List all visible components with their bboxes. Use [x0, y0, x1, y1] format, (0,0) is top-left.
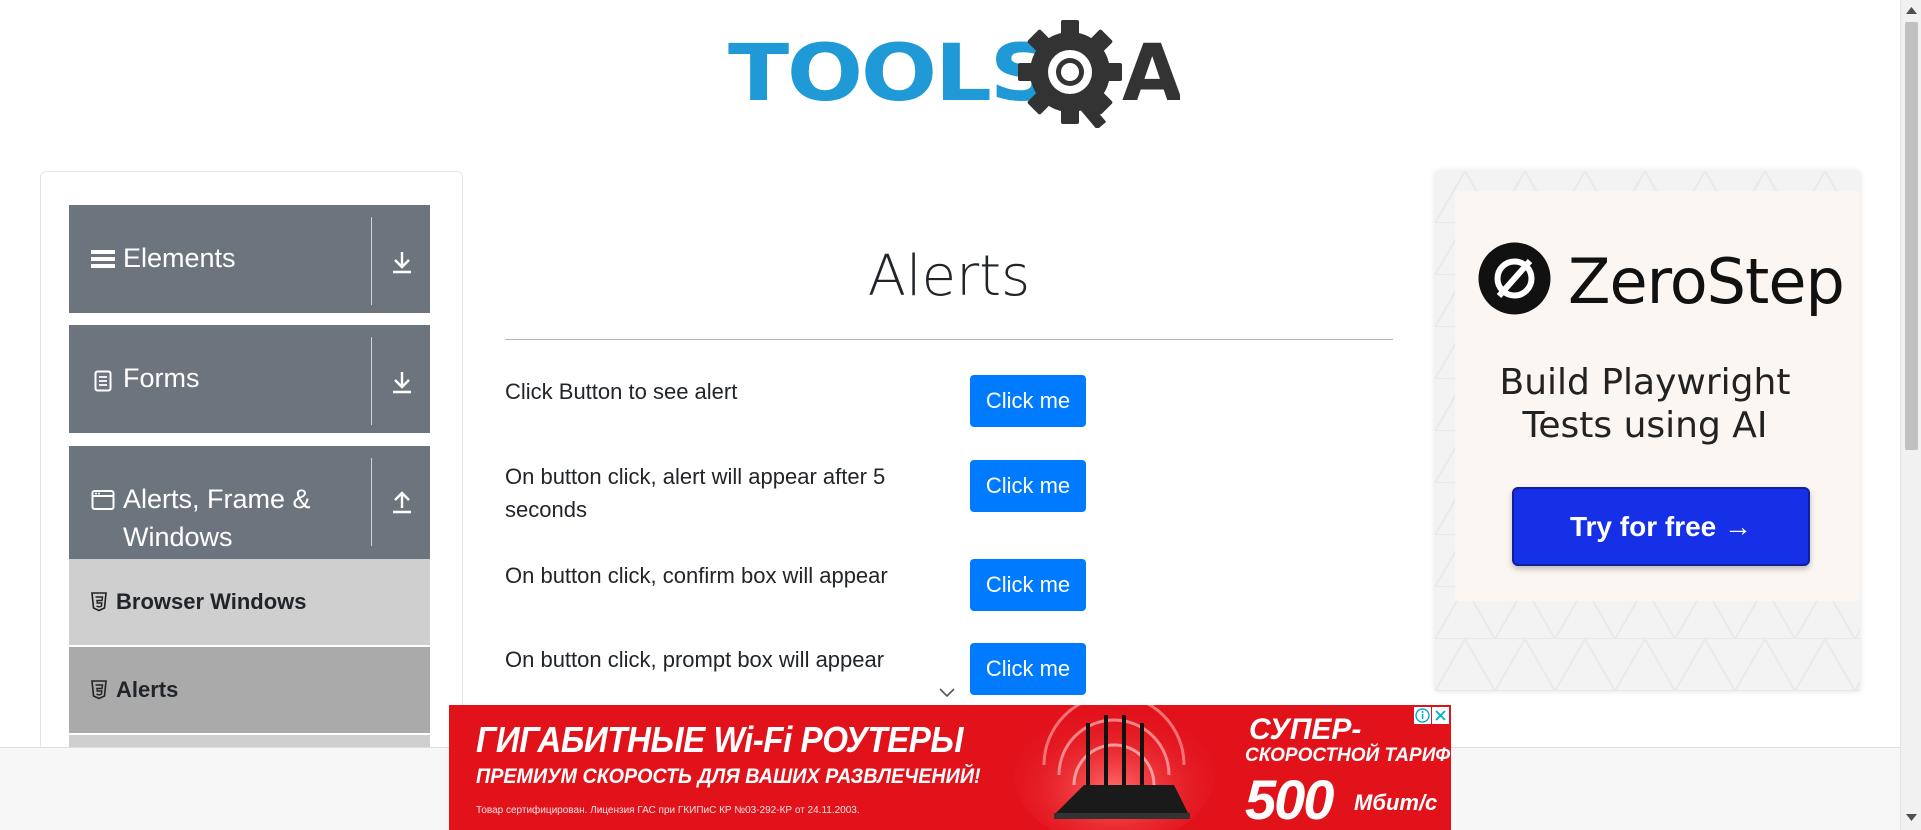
page-scrollbar[interactable]: [1900, 0, 1921, 830]
group-forms[interactable]: Forms: [69, 325, 430, 433]
zerostep-ad[interactable]: ZeroStep Build Playwright Tests using AI…: [1435, 171, 1860, 691]
group-divider: [371, 337, 372, 425]
toolsqa-logo[interactable]: TOOLS A: [728, 20, 1180, 128]
try-for-free-button[interactable]: Try for free →: [1512, 487, 1810, 566]
group-divider: [371, 458, 372, 546]
group-label-alerts-line1: Alerts, Frame &: [123, 484, 311, 514]
zerostep-tagline: Build Playwright Tests using AI: [1455, 361, 1835, 447]
logo-tools-text: TOOLS: [728, 29, 1054, 119]
sidebar-item-label: Browser Windows: [116, 589, 307, 614]
prompt-row-text: On button click, prompt box will appear: [505, 647, 885, 672]
ad-tariff: СКОРОСТНОЙ ТАРИФ: [1245, 745, 1451, 766]
window-icon: [91, 488, 115, 512]
logo-a-text: A: [1122, 29, 1180, 119]
download-icon[interactable]: [389, 249, 415, 275]
alert-button[interactable]: Click me: [970, 375, 1086, 427]
router-image: [1014, 705, 1214, 830]
ad-subline: ПРЕМИУМ СКОРОСТЬ ДЛЯ ВАШИХ РАЗВЛЕЧЕНИЙ!: [476, 765, 981, 788]
scroll-thumb[interactable]: [1905, 22, 1918, 450]
group-alerts-frame-windows[interactable]: Alerts, Frame & Windows: [69, 446, 430, 559]
group-label-alerts-line2: Windows: [123, 522, 233, 552]
html5-icon: [91, 680, 107, 700]
timer-alert-button[interactable]: Click me: [970, 460, 1086, 512]
ad-unit: Мбит/с: [1354, 790, 1438, 815]
tagline-line1: Build Playwright: [1499, 362, 1791, 403]
upload-icon[interactable]: [389, 488, 415, 514]
tagline-line2: Tests using AI: [1522, 405, 1768, 446]
prompt-button[interactable]: Click me: [970, 643, 1086, 695]
group-label-forms: Forms: [123, 363, 200, 393]
alert-row-text: Click Button to see alert: [505, 379, 738, 404]
ad-fine-print: Товар сертифицирован. Лицензия ГАС при Г…: [476, 805, 860, 816]
zerostep-logo-icon: [1478, 242, 1551, 315]
group-label-elements: Elements: [123, 243, 236, 273]
group-divider: [371, 217, 372, 305]
chevron-down-icon[interactable]: [938, 683, 956, 701]
ad-headline: ГИГАБИТНЫЕ Wi-Fi РОУТЕРЫ: [476, 719, 964, 760]
html5-icon: [91, 592, 107, 612]
hamburger-icon: [91, 247, 115, 271]
timer-alert-row-text: On button click, alert will appear after…: [505, 464, 886, 522]
scroll-up-icon[interactable]: [1906, 6, 1917, 14]
title-divider: [505, 339, 1393, 340]
sidebar-item-browser-windows[interactable]: Browser Windows: [69, 559, 430, 646]
scroll-down-icon[interactable]: [1906, 814, 1917, 822]
info-icon[interactable]: [1414, 707, 1431, 724]
page-title: Alerts: [867, 244, 1031, 309]
zerostep-brand: ZeroStep: [1568, 245, 1845, 318]
page: TOOLS A Elements Forms Alerts, Frame & W…: [0, 0, 1921, 830]
ad-speed: 500: [1245, 768, 1334, 830]
router-ad[interactable]: ГИГАБИТНЫЕ Wi-Fi РОУТЕРЫ ПРЕМИУМ СКОРОСТ…: [449, 705, 1451, 830]
left-panel: Elements Forms Alerts, Frame & Windows B…: [40, 171, 463, 771]
download-icon[interactable]: [389, 369, 415, 395]
confirm-row-text: On button click, confirm box will appear: [505, 563, 888, 588]
document-icon: [91, 369, 115, 393]
ad-super: СУПЕР-: [1249, 713, 1362, 746]
sidebar-item-alerts[interactable]: Alerts: [69, 647, 430, 734]
close-icon[interactable]: [1432, 707, 1449, 724]
sidebar-item-label: Alerts: [116, 677, 179, 702]
logo-gear-qa-icon: A: [1018, 20, 1180, 128]
confirm-button[interactable]: Click me: [970, 559, 1086, 611]
group-elements[interactable]: Elements: [69, 205, 430, 313]
